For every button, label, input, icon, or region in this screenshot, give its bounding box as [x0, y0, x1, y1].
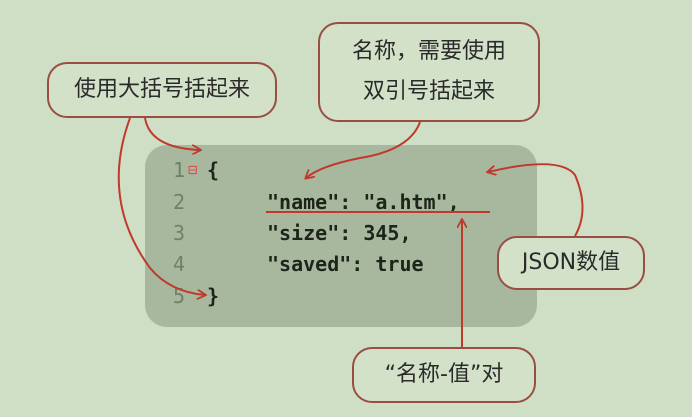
arrow-to-name-key [306, 121, 421, 178]
arrows-layer [117, 117, 584, 347]
arrow-to-value [488, 163, 584, 237]
arrow-to-close-brace [117, 117, 205, 295]
arrow-to-open-brace [144, 117, 200, 150]
json-diagram: 1 ⊟ { 2 "name": "a.htm", 3 "size": 345, … [0, 0, 692, 417]
